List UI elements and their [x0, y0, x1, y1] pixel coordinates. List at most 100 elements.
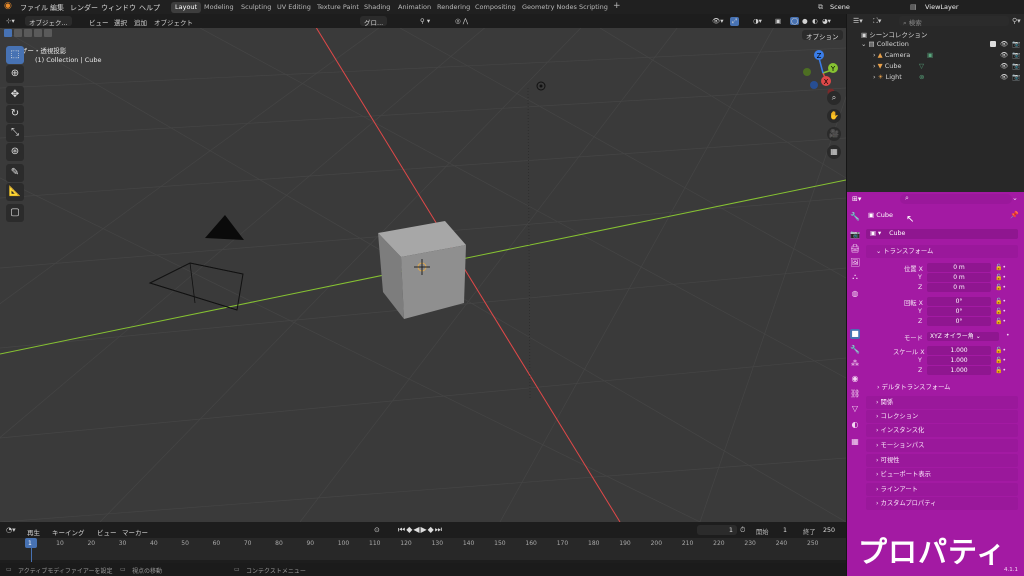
- proportional-icon[interactable]: ◎ ⋀: [455, 17, 468, 25]
- visibility-icon[interactable]: 👁▾: [712, 17, 724, 25]
- panel-instancing[interactable]: › インスタンス化: [866, 424, 1018, 437]
- delta-transform-header[interactable]: › デルタトランスフォーム: [877, 382, 950, 391]
- menu-playback[interactable]: 再生: [27, 527, 40, 537]
- display-mode-icon[interactable]: ⛶▾: [873, 17, 881, 26]
- properties-editor-icon[interactable]: ⊞▾: [852, 195, 861, 203]
- annotate-tool-icon[interactable]: ✎: [6, 164, 24, 182]
- eye-icon[interactable]: 👁: [1000, 62, 1008, 70]
- end-frame-field[interactable]: 250: [823, 527, 835, 534]
- panel-custom-properties[interactable]: › カスタムプロパティ: [866, 497, 1018, 510]
- modifier-tab-icon[interactable]: 🔧: [850, 345, 860, 355]
- add-cube-tool-icon[interactable]: ▢: [6, 204, 24, 222]
- render-tab-icon[interactable]: 📷: [850, 230, 860, 240]
- tab-modeling[interactable]: Modeling: [200, 2, 238, 13]
- add-workspace-button[interactable]: +: [609, 0, 625, 11]
- playback-controls-icon[interactable]: ⏮◆◀▶◆⏭: [398, 525, 443, 535]
- transform-panel-header[interactable]: ⌄ トランスフォーム: [866, 245, 1018, 258]
- outliner-search-input[interactable]: ⌕ 検索: [899, 16, 1009, 27]
- texture-tab-icon[interactable]: ▦: [850, 437, 860, 447]
- tab-animation[interactable]: Animation: [394, 2, 435, 13]
- scale-y-field[interactable]: 1.000: [927, 356, 991, 365]
- xray-icon[interactable]: ▣: [775, 17, 781, 25]
- outliner-row-collection[interactable]: ⌄ ▤ Collection 👁 📷: [847, 40, 1024, 51]
- scale-x-field[interactable]: 1.000: [927, 346, 991, 355]
- zoom-icon[interactable]: ⌕: [827, 91, 841, 105]
- menu-select[interactable]: 選択: [114, 17, 127, 27]
- tab-texture-paint[interactable]: Texture Paint: [313, 2, 363, 13]
- overlay-icon[interactable]: ◑▾: [753, 17, 762, 25]
- view-layer-name[interactable]: ViewLayer: [925, 3, 959, 11]
- outliner-editor-icon[interactable]: ☰▾: [853, 17, 863, 25]
- select-subtract-icon[interactable]: [24, 29, 32, 37]
- menu-file[interactable]: ファイル: [20, 3, 48, 13]
- menu-keying[interactable]: キーイング: [52, 527, 85, 537]
- editor-type-icon[interactable]: ⊹▾: [6, 17, 15, 25]
- navigation-gizmo[interactable]: X Y Z: [798, 48, 846, 98]
- tab-scripting[interactable]: Scripting: [575, 2, 612, 13]
- panel-motion-paths[interactable]: › モーションパス: [866, 439, 1018, 452]
- object-data-name-field[interactable]: ▣ ▾ Cube: [866, 229, 1018, 239]
- measure-tool-icon[interactable]: 📐: [6, 183, 24, 201]
- blender-logo-icon[interactable]: ◉: [4, 1, 12, 11]
- record-icon[interactable]: ⊙: [374, 526, 380, 534]
- location-z-field[interactable]: 0 m: [927, 283, 991, 292]
- scale-tool-icon[interactable]: ⤡: [6, 124, 24, 142]
- material-tab-icon[interactable]: ◐: [850, 420, 860, 430]
- menu-render[interactable]: レンダー: [70, 3, 98, 13]
- particles-tab-icon[interactable]: ⁂: [850, 359, 860, 369]
- menu-window[interactable]: ウィンドウ: [101, 3, 136, 13]
- move-tool-icon[interactable]: ✥: [6, 86, 24, 104]
- menu-edit[interactable]: 編集: [50, 3, 64, 13]
- keyframe-dot-icon[interactable]: •: [1006, 332, 1010, 339]
- timeline-editor-icon[interactable]: ◔▾: [6, 526, 16, 534]
- physics-tab-icon[interactable]: ◉: [850, 374, 860, 384]
- rotation-y-field[interactable]: 0°: [927, 307, 991, 316]
- select-intersect-icon[interactable]: [44, 29, 52, 37]
- orientation-select[interactable]: グロ...: [360, 16, 388, 27]
- location-y-field[interactable]: 0 m: [927, 273, 991, 282]
- shading-wireframe-icon[interactable]: ◯: [790, 17, 800, 25]
- world-tab-icon[interactable]: ◍: [850, 289, 860, 299]
- mode-select[interactable]: オブジェク...: [25, 16, 72, 27]
- shading-solid-icon[interactable]: ●: [802, 17, 808, 25]
- camera-restrict-icon[interactable]: 📷: [1012, 51, 1020, 59]
- scene-tab-icon[interactable]: ⛬: [850, 272, 860, 282]
- panel-collections[interactable]: › コレクション: [866, 410, 1018, 423]
- constraints-tab-icon[interactable]: ⛓: [850, 389, 860, 399]
- 3d-viewport[interactable]: ユーザー・透視投影 (1) Collection | Cube オプション X …: [0, 28, 846, 522]
- filter-icon[interactable]: ⚲▾: [1012, 17, 1021, 25]
- select-extend-icon[interactable]: [14, 29, 22, 37]
- chevron-down-icon[interactable]: ⌄: [1012, 194, 1018, 202]
- pan-hand-icon[interactable]: ✋: [827, 109, 841, 123]
- eye-icon[interactable]: 👁: [1000, 40, 1008, 48]
- current-frame-field[interactable]: 1: [697, 525, 737, 535]
- camera-restrict-icon[interactable]: 📷: [1012, 40, 1020, 48]
- lock-icons-scale[interactable]: 🔓• 🔓• 🔓•: [995, 346, 1006, 376]
- menu-timeline-view[interactable]: ビュー: [97, 527, 117, 537]
- tab-sculpting[interactable]: Sculpting: [237, 2, 275, 13]
- pin-icon[interactable]: 📌: [1010, 211, 1019, 219]
- scale-z-field[interactable]: 1.000: [927, 366, 991, 375]
- tab-geometry-nodes[interactable]: Geometry Nodes: [518, 2, 581, 13]
- lock-icons-location[interactable]: 🔓• 🔓• 🔓•: [995, 263, 1006, 293]
- lock-icons-rotation[interactable]: 🔓• 🔓• 🔓•: [995, 297, 1006, 327]
- camera-restrict-icon[interactable]: 📷: [1012, 62, 1020, 70]
- outliner-row-cube[interactable]: › ▼ Cube ▽ 👁 📷: [847, 62, 1024, 73]
- eye-icon[interactable]: 👁: [1000, 73, 1008, 81]
- menu-add[interactable]: 追加: [134, 17, 147, 27]
- shading-rendered-icon[interactable]: ◕▾: [822, 17, 831, 25]
- rotation-x-field[interactable]: 0°: [927, 297, 991, 306]
- tab-compositing[interactable]: Compositing: [471, 2, 520, 13]
- panel-visibility[interactable]: › 可視性: [866, 454, 1018, 467]
- properties-search-input[interactable]: ⌕: [900, 194, 1012, 204]
- view-layer-tab-icon[interactable]: 🖼: [850, 258, 860, 268]
- snap-icon[interactable]: ⚲ ▾: [420, 17, 430, 25]
- menu-object[interactable]: オブジェクト: [154, 17, 193, 27]
- outliner-row-light[interactable]: › ☀ Light ⊚ 👁 📷: [847, 73, 1024, 84]
- panel-line-art[interactable]: › ラインアート: [866, 483, 1018, 496]
- tab-uv-editing[interactable]: UV Editing: [273, 2, 315, 13]
- shading-material-icon[interactable]: ◐: [812, 17, 818, 25]
- select-box-tool-icon[interactable]: ⬚: [6, 46, 24, 64]
- tab-rendering[interactable]: Rendering: [433, 2, 474, 13]
- perspective-grid-icon[interactable]: ▦: [827, 145, 841, 159]
